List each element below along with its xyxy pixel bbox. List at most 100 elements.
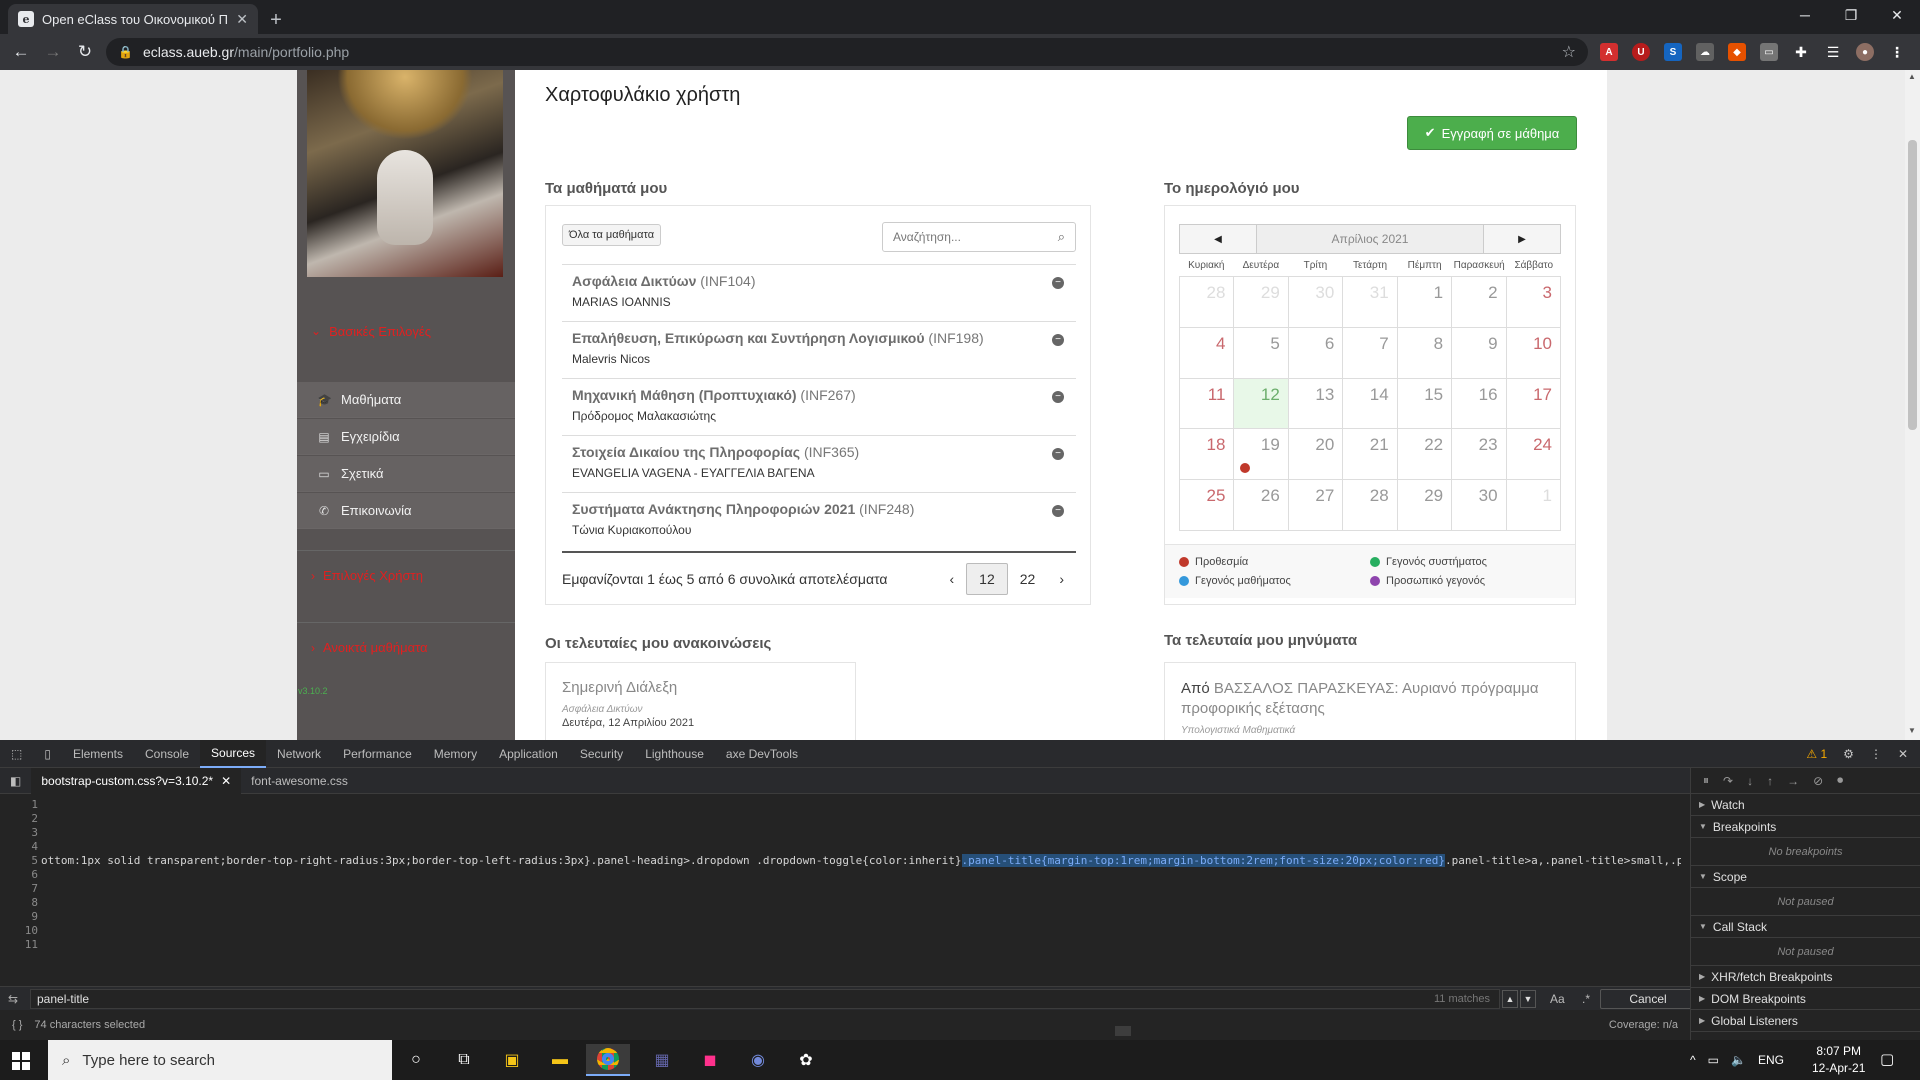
calendar-day[interactable]: 14 [1343,378,1398,430]
line-number[interactable]: 8 [0,896,38,910]
course-title[interactable]: Στοιχεία Δικαίου της Πληροφορίας (INF365… [572,444,1066,460]
settings-gear-icon[interactable]: ⚙ [1843,747,1854,761]
find-cancel-button[interactable]: Cancel [1600,988,1696,1009]
debugger-section-header[interactable]: ▶ DOM Breakpoints [1691,988,1920,1010]
calendar-day[interactable]: 5 [1234,327,1289,379]
calendar-day[interactable]: 4 [1180,327,1235,379]
close-window-icon[interactable]: ✕ [1874,0,1920,30]
debugger-section-header[interactable]: ▼ Scope [1691,866,1920,888]
intellij-icon[interactable]: ◼ [688,1044,732,1076]
close-file-icon[interactable]: ✕ [221,774,231,788]
file-tab-font-awesome[interactable]: font-awesome.css [241,768,358,794]
line-number[interactable]: 3 [0,826,38,840]
volume-icon[interactable]: 🔈 [1731,1053,1746,1067]
pretty-print-icon[interactable]: { } [0,1019,34,1031]
debugger-section-header[interactable]: ▶ Global Listeners [1691,1010,1920,1032]
code-editor[interactable]: 1 2 3 4 5 6 7 8 9 10 11 ottom:1px solid transparen… [0,794,1690,1036]
message-card[interactable]: Από ΒΑΣΣΑΛΟΣ ΠΑΡΑΣΚΕΥΑΣ: Αυριανό πρόγραμ… [1164,662,1576,740]
chrome-taskbar-icon[interactable] [586,1044,630,1076]
file-explorer-icon[interactable]: ▬ [538,1044,582,1076]
devtools-tab-lighthouse[interactable]: Lighthouse [634,740,715,768]
forward-icon[interactable]: → [40,40,66,64]
devtools-tab-elements[interactable]: Elements [62,740,134,768]
line-number[interactable]: 11 [0,938,38,952]
enroll-course-button[interactable]: ✔ Εγγραφή σε μάθημα [1407,116,1577,150]
sidebar-section-open-courses[interactable]: › Ανοικτά μαθήματα [297,622,515,672]
close-tab-icon[interactable]: ✕ [236,11,248,28]
calendar-day[interactable]: 10 [1506,327,1561,379]
devtools-tab-security[interactable]: Security [569,740,634,768]
page-scrollbar[interactable]: ▲ ▼ [1905,70,1920,740]
replace-toggle-icon[interactable]: ⇆ [8,992,18,1006]
find-next-icon[interactable]: ▼ [1520,989,1536,1008]
calendar-day[interactable]: 16 [1452,378,1507,430]
line-number[interactable]: 10 [0,924,38,938]
debugger-section-header[interactable]: ▼ Breakpoints [1691,816,1920,838]
calendar-day[interactable]: 24 [1506,429,1561,481]
devtools-tab-axe-devtools[interactable]: axe DevTools [715,740,809,768]
pagination-next[interactable]: › [1047,563,1076,595]
calendar-day[interactable]: 19 [1234,429,1289,481]
find-input[interactable]: panel-title [30,988,1500,1009]
calendar-day[interactable]: 12 [1234,378,1289,430]
sidebar-section-user[interactable]: › Επιλογές Χρήστη [297,550,515,600]
pause-icon[interactable]: ⏸ [1703,773,1709,788]
match-case-toggle[interactable]: Aa [1550,992,1565,1006]
line-number[interactable]: 1 [0,798,38,812]
input-language[interactable]: ENG [1758,1053,1784,1067]
code-line-5[interactable]: ottom:1px solid transparent;border-top-r… [41,854,1681,868]
calendar-day[interactable]: 1 [1506,480,1561,531]
course-title[interactable]: Επαλήθευση, Επικύρωση και Συντήρηση Λογι… [572,330,1066,346]
scroll-down-icon[interactable]: ▼ [1908,726,1916,735]
calendar-day[interactable]: 6 [1288,327,1344,379]
line-number[interactable]: 5 [0,854,38,868]
course-row[interactable]: Μηχανική Μάθηση (Προπτυχιακό) (INF267) Πρ… [562,378,1076,435]
pdf-extension-icon[interactable]: A [1600,43,1618,61]
calendar-day[interactable]: 28 [1180,277,1235,328]
sidebar-section-basic[interactable]: ⌄ Βασικές Επιλογές [297,306,515,356]
scrollbar-thumb[interactable] [1908,140,1917,430]
calendar-day[interactable]: 8 [1397,327,1453,379]
calendar-day[interactable]: 2 [1452,277,1507,328]
devtools-tab-memory[interactable]: Memory [423,740,488,768]
warning-icon[interactable]: ⚠ 1 [1806,747,1827,761]
pagination-page-2[interactable]: 22 [1008,563,1048,595]
calendar-day[interactable]: 30 [1288,277,1344,328]
deactivate-breakpoints-icon[interactable]: ⊘ [1813,774,1823,788]
sidebar-item-courses[interactable]: 🎓 Μαθήματα [297,382,515,418]
device-toolbar-icon[interactable]: ▯ [33,740,62,768]
browser-tab[interactable]: e Open eClass του Οικονομικού Π ✕ [8,4,258,34]
course-title[interactable]: Συστήματα Ανάκτησης Πληροφοριών 2021 (IN… [572,501,1066,517]
announcement-card[interactable]: Σημερινή Διάλεξη Ασφάλεια Δικτύων Δευτέρ… [545,662,856,740]
calendar-day[interactable]: 30 [1452,480,1507,531]
notifications-icon[interactable]: ▢ [1880,1050,1894,1068]
extensions-puzzle-icon[interactable]: ✚ [1792,43,1810,61]
calendar-day[interactable]: 29 [1234,277,1289,328]
calendar-day[interactable]: 3 [1506,277,1561,328]
unregister-minus-icon[interactable]: − [1052,277,1064,289]
reading-list-icon[interactable]: ☰ [1824,43,1842,61]
line-number[interactable]: 7 [0,882,38,896]
calendar-day[interactable]: 29 [1397,480,1453,531]
tray-chevron-icon[interactable]: ^ [1690,1053,1696,1067]
devtools-tab-sources[interactable]: Sources [200,739,267,768]
calendar-day[interactable]: 23 [1452,429,1507,481]
calendar-day[interactable]: 11 [1180,378,1235,430]
step-icon[interactable]: → [1787,774,1799,788]
scroll-up-icon[interactable]: ▲ [1908,72,1916,81]
devtools-tab-performance[interactable]: Performance [332,740,423,768]
discord-icon[interactable]: ◉ [736,1044,780,1076]
taskbar-search-input[interactable]: ⌕ Type here to search [48,1040,392,1080]
calendar-day[interactable]: 28 [1343,480,1398,531]
cortana-icon[interactable]: ○ [394,1044,438,1076]
course-row[interactable]: Ασφάλεια Δικτύων (INF104) MARIAS IOANNIS − [562,264,1076,321]
devtools-tab-console[interactable]: Console [134,740,200,768]
chrome-menu-icon[interactable]: ⋮ [1888,43,1906,61]
store-icon[interactable]: ▣ [490,1044,534,1076]
step-into-icon[interactable]: ↓ [1747,774,1753,788]
screen-extension-icon[interactable]: ▭ [1760,43,1778,61]
debugger-section-header[interactable]: ▼ Call Stack [1691,916,1920,938]
calendar-day[interactable]: 22 [1397,429,1453,481]
line-number[interactable]: 4 [0,840,38,854]
line-number[interactable]: 2 [0,812,38,826]
